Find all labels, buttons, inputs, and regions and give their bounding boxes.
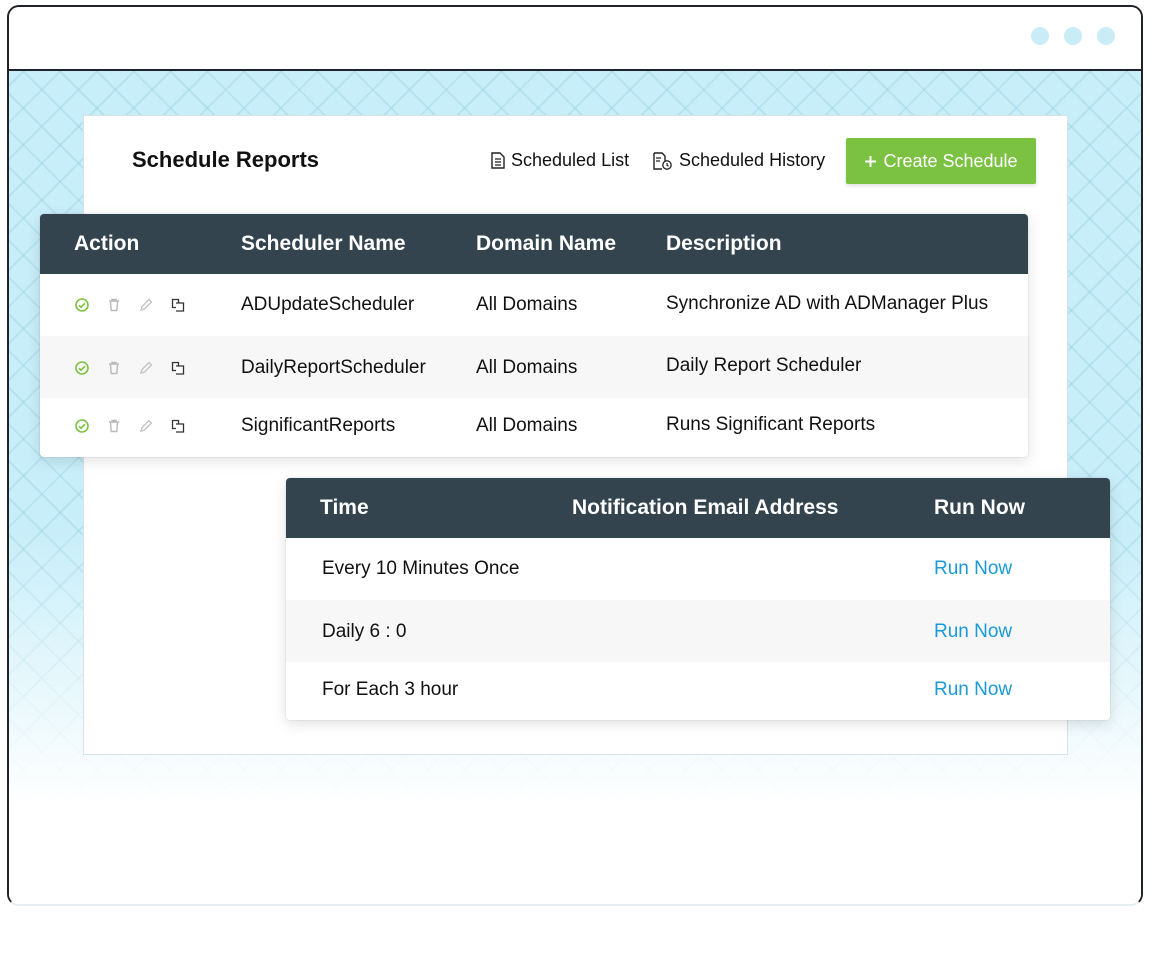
window-dot[interactable] <box>1064 27 1082 45</box>
pencil-icon[interactable] <box>138 297 154 313</box>
create-schedule-label: Create Schedule <box>883 150 1018 171</box>
scheduler-description: Runs Significant Reports <box>666 414 876 435</box>
column-header-action: Action <box>74 232 140 255</box>
column-header-scheduler-name: Scheduler Name <box>241 232 406 255</box>
table-row[interactable]: DailyReportScheduler All Domains Daily R… <box>40 336 1028 398</box>
window-controls <box>1031 27 1115 45</box>
schedule-time: Every 10 Minutes Once <box>322 558 520 579</box>
domain-name: All Domains <box>476 415 578 436</box>
check-circle-icon[interactable] <box>74 360 90 376</box>
scheduler-name: DailyReportScheduler <box>241 357 426 378</box>
trash-icon[interactable] <box>106 360 122 376</box>
column-header-time: Time <box>320 496 369 519</box>
scheduler-table-header: Action Scheduler Name Domain Name Descri… <box>40 214 1028 274</box>
copy-icon[interactable] <box>170 297 186 313</box>
scheduled-list-link[interactable]: Scheduled List <box>491 150 629 171</box>
trash-icon[interactable] <box>106 297 122 313</box>
run-now-link[interactable]: Run Now <box>934 558 1012 580</box>
pencil-icon[interactable] <box>138 418 154 434</box>
scheduler-table: Action Scheduler Name Domain Name Descri… <box>40 214 1028 457</box>
scheduled-history-label: Scheduled History <box>679 150 826 170</box>
schedule-time: For Each 3 hour <box>322 679 459 700</box>
check-circle-icon[interactable] <box>74 418 90 434</box>
page-title: Schedule Reports <box>132 147 320 172</box>
schedule-detail-table: Time Notification Email Address Run Now … <box>286 478 1110 720</box>
window-titlebar <box>9 7 1141 71</box>
copy-icon[interactable] <box>170 360 186 376</box>
column-header-notification-email: Notification Email Address <box>572 496 839 519</box>
schedule-time: Daily 6 : 0 <box>322 621 407 642</box>
history-document-icon <box>653 151 672 170</box>
window-dot[interactable] <box>1031 27 1049 45</box>
table-row[interactable]: ADUpdateScheduler All Domains Synchroniz… <box>40 274 1028 336</box>
detail-table-header: Time Notification Email Address Run Now <box>286 478 1110 538</box>
trash-icon[interactable] <box>106 418 122 434</box>
table-row: Daily 6 : 0 Run Now <box>286 600 1110 662</box>
run-now-link[interactable]: Run Now <box>934 621 1012 643</box>
row-actions <box>74 360 186 376</box>
row-actions <box>74 297 186 313</box>
scheduler-description: Synchronize AD with ADManager Plus <box>666 293 989 314</box>
document-icon <box>491 152 505 169</box>
window-dot[interactable] <box>1097 27 1115 45</box>
column-header-run-now: Run Now <box>934 496 1025 519</box>
column-header-description: Description <box>666 232 782 255</box>
table-row: Every 10 Minutes Once Run Now <box>286 538 1110 600</box>
pencil-icon[interactable] <box>138 360 154 376</box>
scheduler-description: Daily Report Scheduler <box>666 355 862 376</box>
domain-name: All Domains <box>476 357 578 378</box>
check-circle-icon[interactable] <box>74 297 90 313</box>
row-actions <box>74 418 186 434</box>
create-schedule-button[interactable]: Create Schedule <box>846 138 1036 184</box>
column-header-domain-name: Domain Name <box>476 232 617 255</box>
plus-icon <box>865 155 877 167</box>
table-row: For Each 3 hour Run Now <box>286 662 1110 720</box>
scheduled-list-label: Scheduled List <box>511 150 630 170</box>
copy-icon[interactable] <box>170 418 186 434</box>
scheduler-name: SignificantReports <box>241 415 396 436</box>
table-row[interactable]: SignificantReports All Domains Runs Sign… <box>40 398 1028 457</box>
scheduled-history-link[interactable]: Scheduled History <box>653 150 825 171</box>
domain-name: All Domains <box>476 294 578 315</box>
run-now-link[interactable]: Run Now <box>934 679 1012 701</box>
scheduler-name: ADUpdateScheduler <box>241 294 415 315</box>
